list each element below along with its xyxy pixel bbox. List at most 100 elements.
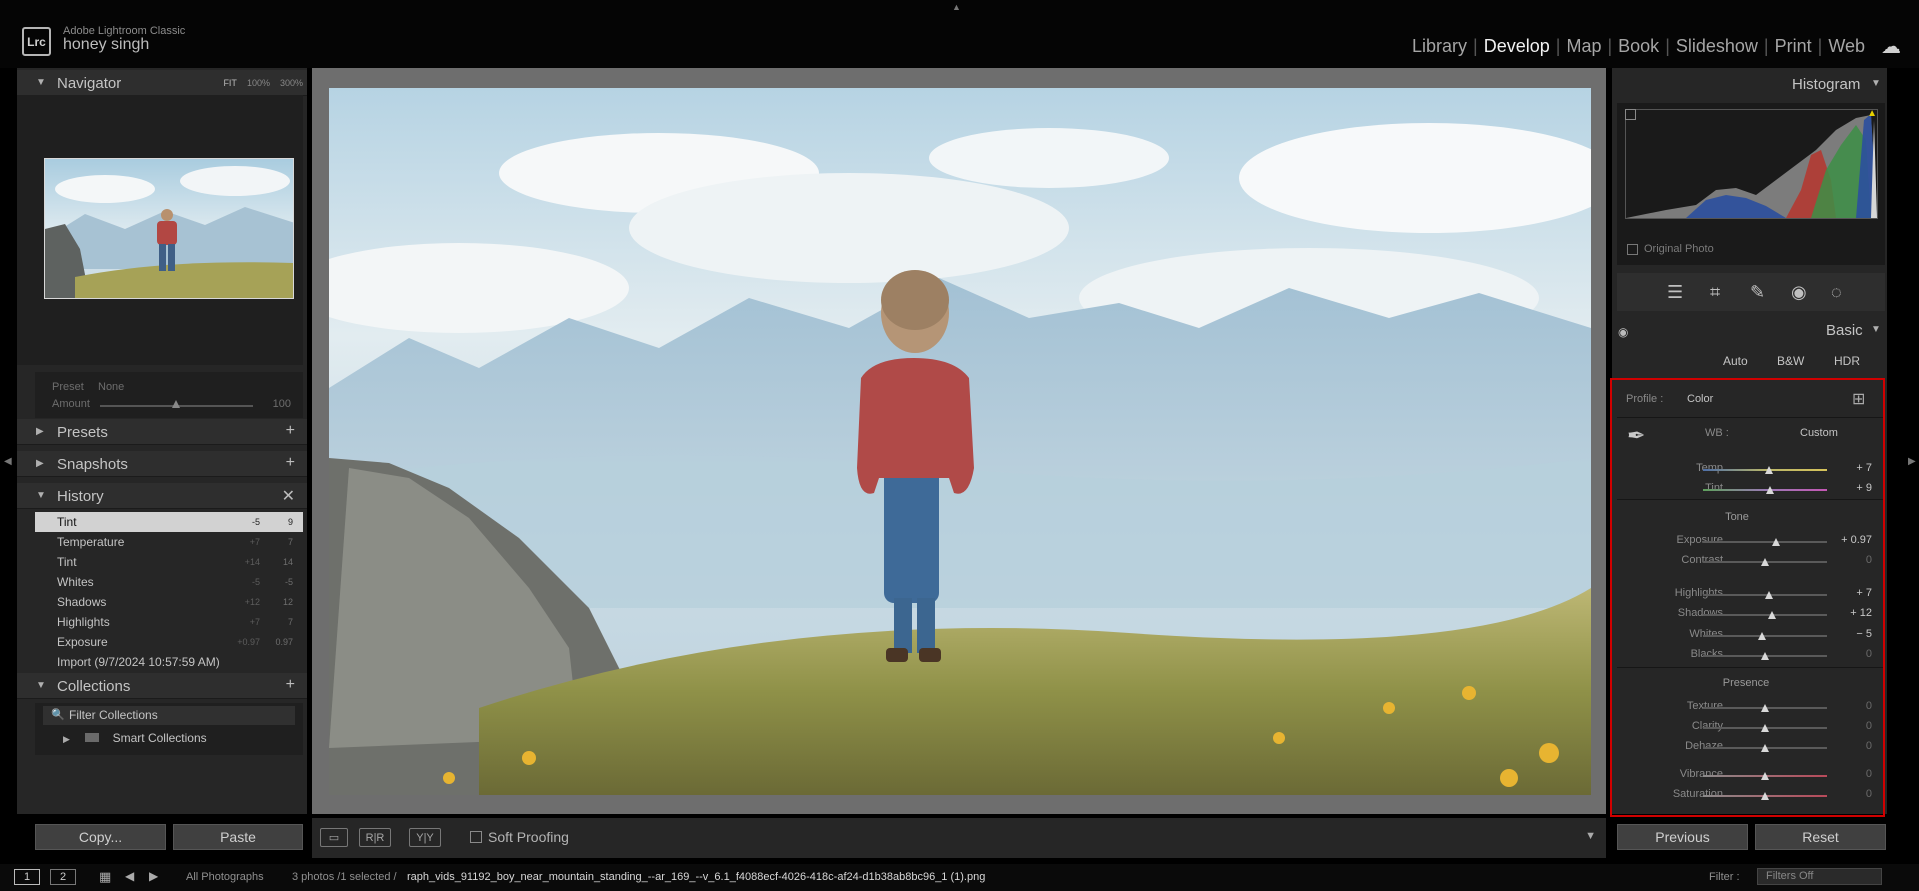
module-web[interactable]: Web [1822, 36, 1871, 57]
highlight-clipping-warning-icon[interactable]: ▲ [1867, 108, 1877, 119]
module-picker: Library | Develop | Map | Book | Slideshow | … [1406, 34, 1901, 59]
add-collection-icon[interactable]: + [286, 676, 295, 694]
collection-set-icon [85, 733, 100, 742]
filter-label: Filter : [1709, 871, 1740, 883]
zoom-100[interactable]: 100% [247, 78, 270, 88]
current-filename[interactable]: raph_vids_91192_boy_near_mountain_standi… [407, 871, 985, 883]
zoom-fit[interactable]: FIT [223, 78, 237, 88]
navigator-thumbnail[interactable] [44, 158, 294, 299]
filmstrip-bar: 1 2 ▦ ◀ ▶ All Photographs 3 photos /1 se… [0, 864, 1919, 891]
collapse-triangle-icon: ▼ [36, 490, 46, 501]
highlight-annotation-box [1610, 378, 1885, 817]
preset-amount-box: Preset None Amount 100 [35, 372, 303, 418]
amount-label: Amount [52, 398, 90, 410]
smart-collections-label: Smart Collections [112, 731, 207, 745]
history-item[interactable]: Exposure +0.97 0.97 [35, 632, 303, 652]
loupe-view-icon[interactable]: ▭ [320, 828, 348, 847]
back-arrow-icon[interactable]: ◀ [125, 869, 134, 883]
histogram-graph [1625, 109, 1878, 219]
collapse-triangle-icon[interactable]: ▼ [1871, 324, 1881, 335]
before-after-tb-icon[interactable]: Y|Y [409, 828, 441, 847]
history-header[interactable]: ▼ History ✕ [17, 483, 307, 509]
red-eye-icon[interactable]: ◉ [1791, 282, 1807, 303]
develop-tool-strip: ☰ ⌗ ✎ ◉ ◌ [1617, 273, 1885, 311]
secondary-window-button[interactable]: 2 [50, 869, 76, 885]
previous-button[interactable]: Previous [1617, 824, 1748, 850]
basic-title[interactable]: Basic [1826, 322, 1863, 339]
collapse-top-panel-icon[interactable]: ▲ [952, 2, 961, 12]
amount-slider-thumb[interactable] [172, 400, 180, 408]
clear-history-icon[interactable]: ✕ [282, 486, 295, 506]
paste-button[interactable]: Paste [173, 824, 303, 850]
toolbar-menu-chevron-icon[interactable]: ▼ [1585, 830, 1596, 842]
soft-proofing-checkbox[interactable] [470, 831, 482, 843]
add-preset-icon[interactable]: + [286, 422, 295, 440]
collapse-triangle-icon: ▼ [36, 680, 46, 691]
lightroom-logo: Lrc [22, 27, 51, 56]
module-library[interactable]: Library [1406, 36, 1473, 57]
expand-triangle-icon: ▶ [36, 426, 44, 437]
expand-triangle-icon: ▶ [63, 734, 70, 744]
masking-icon[interactable]: ◌ [1831, 282, 1842, 303]
source-label[interactable]: All Photographs [186, 871, 264, 883]
history-item[interactable]: Whites -5 -5 [35, 572, 303, 592]
history-item[interactable]: Tint -5 9 [35, 512, 303, 532]
hdr-button[interactable]: HDR [1834, 354, 1860, 368]
identity-plate-name: honey singh [63, 36, 150, 53]
navigator-header[interactable]: ▼ Navigator FIT 100% 300% [17, 70, 307, 96]
module-map[interactable]: Map [1560, 36, 1607, 57]
photo-count: 3 photos /1 selected / [292, 871, 397, 883]
crop-icon[interactable]: ⌗ [1710, 282, 1720, 303]
soft-proofing-toggle[interactable]: Soft Proofing [470, 829, 569, 845]
history-item[interactable]: Tint +14 14 [35, 552, 303, 572]
history-list: Tint -5 9 Temperature +7 7 Tint +14 14 Whites -… [35, 512, 303, 672]
forward-arrow-icon[interactable]: ▶ [149, 869, 158, 883]
soft-proofing-label: Soft Proofing [488, 829, 569, 845]
eye-visibility-icon[interactable]: ◉ [1618, 325, 1628, 339]
collections-header[interactable]: ▼ Collections + [17, 673, 307, 699]
grid-view-icon[interactable]: ▦ [99, 869, 111, 885]
smart-collections-item[interactable]: ▶ Smart Collections [63, 731, 207, 745]
before-after-lr-icon[interactable]: R|R [359, 828, 391, 847]
preset-value: None [98, 381, 125, 393]
history-item[interactable]: Shadows +12 12 [35, 592, 303, 612]
main-photo[interactable] [329, 88, 1591, 795]
module-book[interactable]: Book [1612, 36, 1665, 57]
edit-sliders-icon[interactable]: ☰ [1667, 282, 1683, 303]
zoom-300[interactable]: 300% [280, 78, 303, 88]
navigator-zoom-options: FIT 100% 300% [223, 78, 303, 88]
collections-list: 🔍 Filter Collections ▶ Smart Collections [35, 703, 303, 755]
history-item[interactable]: Highlights +7 7 [35, 612, 303, 632]
collapse-right-panel-icon[interactable]: ▶ [1908, 456, 1916, 467]
snapshots-title: Snapshots [57, 456, 128, 473]
module-print[interactable]: Print [1769, 36, 1818, 57]
filter-dropdown[interactable]: Filters Off [1757, 868, 1882, 885]
cloud-icon[interactable]: ☁ [1881, 34, 1901, 59]
navigator-title: Navigator [57, 75, 122, 92]
presets-header[interactable]: ▶ Presets + [17, 419, 307, 445]
history-item[interactable]: Import (9/7/2024 10:57:59 AM) [35, 652, 303, 672]
module-develop[interactable]: Develop [1478, 36, 1556, 57]
collapse-triangle-icon[interactable]: ▼ [1871, 78, 1881, 89]
shadow-clipping-indicator[interactable] [1625, 109, 1636, 120]
history-title: History [57, 488, 104, 505]
copy-button[interactable]: Copy... [35, 824, 166, 850]
collapse-triangle-icon: ▼ [36, 77, 46, 88]
expand-triangle-icon: ▶ [36, 458, 44, 469]
filter-collections-field[interactable]: 🔍 Filter Collections [43, 706, 295, 725]
snapshots-header[interactable]: ▶ Snapshots + [17, 451, 307, 477]
add-snapshot-icon[interactable]: + [286, 454, 295, 472]
reset-button[interactable]: Reset [1755, 824, 1886, 850]
bw-button[interactable]: B&W [1777, 354, 1804, 368]
healing-icon[interactable]: ✎ [1750, 282, 1765, 303]
module-bar: ▲ Lrc Adobe Lightroom Classic honey sing… [0, 0, 1919, 68]
primary-window-button[interactable]: 1 [14, 869, 40, 885]
auto-button[interactable]: Auto [1723, 354, 1748, 368]
module-slideshow[interactable]: Slideshow [1670, 36, 1764, 57]
collapse-left-panel-icon[interactable]: ◀ [4, 456, 12, 467]
presets-title: Presets [57, 424, 108, 441]
original-photo-checkbox[interactable] [1627, 244, 1638, 255]
original-photo-label: Original Photo [1644, 243, 1714, 255]
histogram-title[interactable]: Histogram [1792, 76, 1860, 93]
history-item[interactable]: Temperature +7 7 [35, 532, 303, 552]
